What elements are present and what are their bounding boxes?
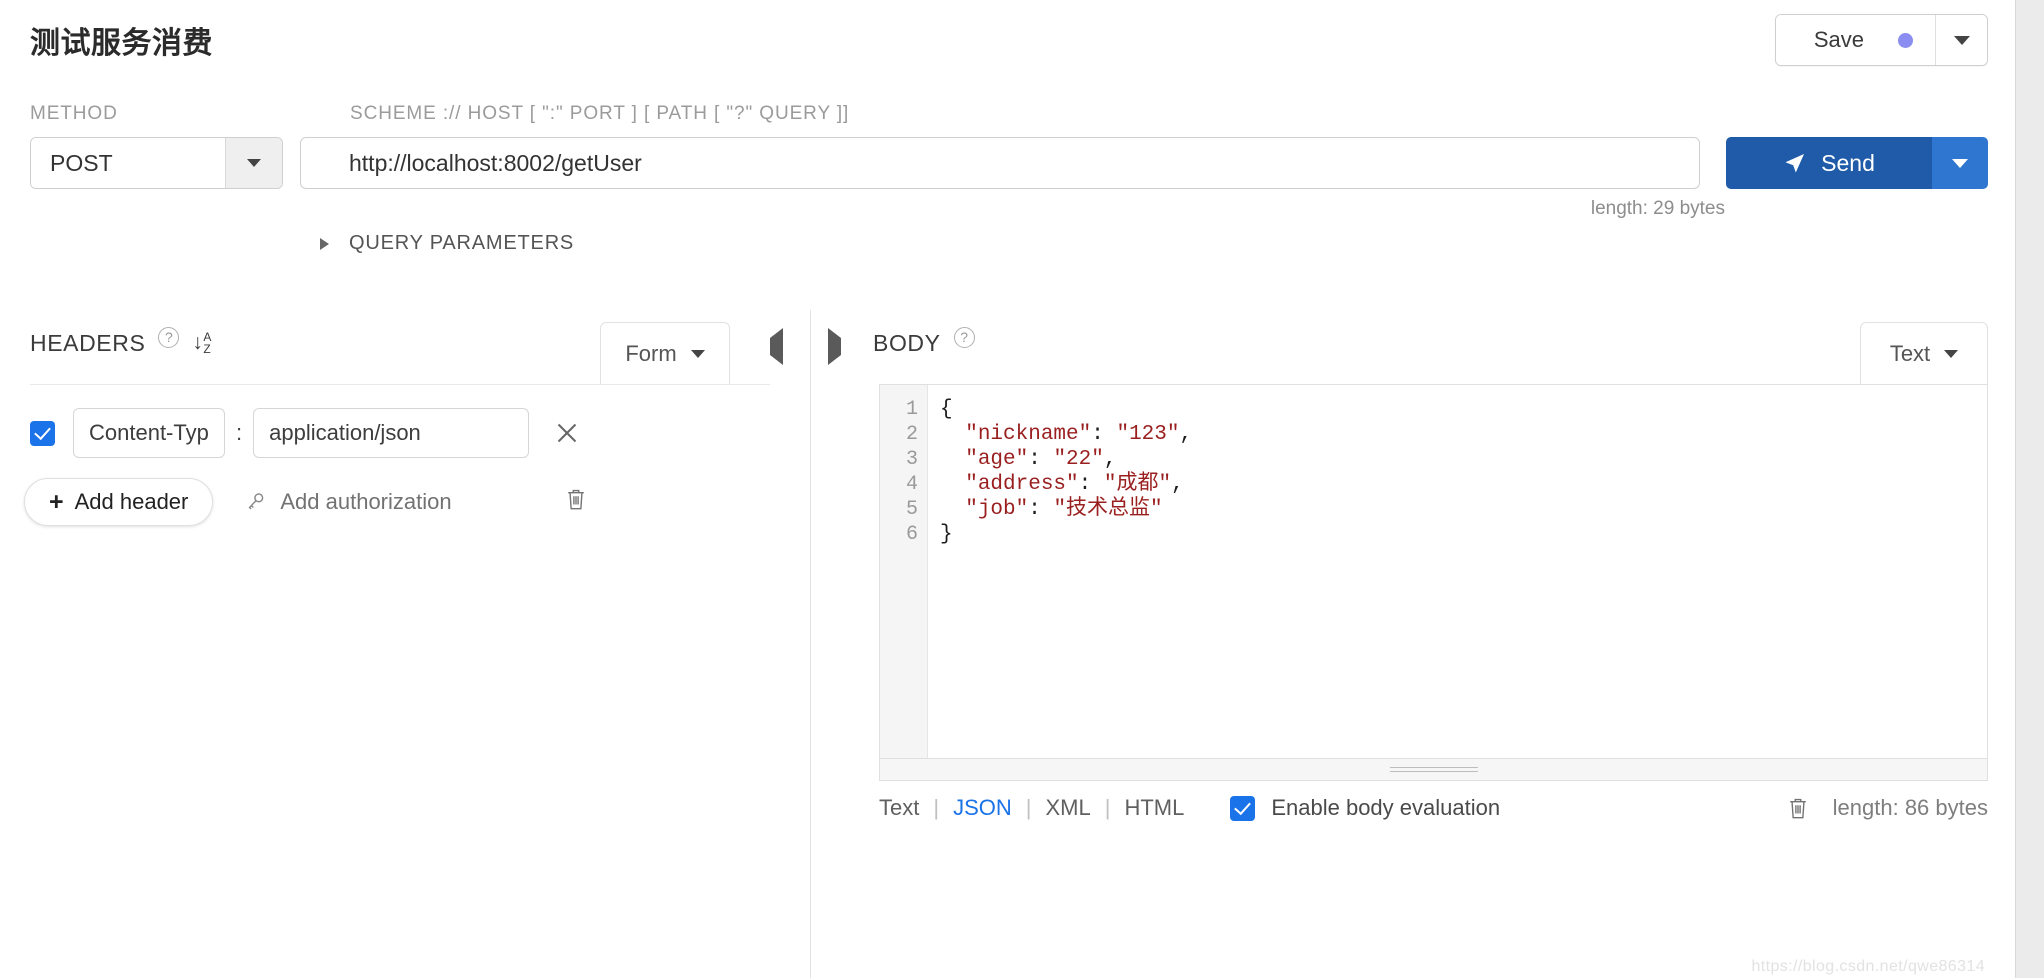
method-select[interactable]: POST xyxy=(30,137,283,189)
chevron-down-icon xyxy=(1944,349,1959,358)
question-circle-icon[interactable]: ? xyxy=(158,327,180,348)
header-enabled-checkbox[interactable] xyxy=(30,420,55,446)
save-button-group: Save xyxy=(1774,14,1988,66)
url-format-label: SCHEME :// HOST [ ":" PORT ] [ PATH [ "?… xyxy=(350,103,850,124)
plus-icon: + xyxy=(49,487,64,516)
body-footer: Text | JSON | XML | HTML Enable body eva… xyxy=(879,788,1988,828)
headers-view-mode-label: Form xyxy=(625,340,677,366)
code-line: } xyxy=(940,523,953,546)
send-dropdown-button[interactable] xyxy=(1932,137,1988,189)
format-option-json[interactable]: JSON xyxy=(953,795,1012,821)
url-input[interactable]: http://localhost:8002/getUser xyxy=(300,137,1700,189)
format-option-xml[interactable]: XML xyxy=(1045,795,1090,821)
triangle-left-icon xyxy=(770,328,783,365)
line-number: 5 xyxy=(905,498,918,521)
trash-icon xyxy=(565,487,587,512)
save-button-label: Save xyxy=(1813,27,1864,52)
sort-az-letters: A Z xyxy=(203,331,211,355)
headers-divider xyxy=(30,384,770,385)
close-icon[interactable] xyxy=(553,419,581,447)
body-view-mode-select[interactable]: Text xyxy=(1860,322,1988,384)
body-title-row: BODY ? xyxy=(873,327,975,357)
request-builder-app: 测试服务消费 Save METHOD SCHEME :// HOST [ ":"… xyxy=(0,0,2016,978)
save-button[interactable]: Save xyxy=(1775,15,1935,65)
title-row: 测试服务消费 Save xyxy=(0,0,2015,78)
format-option-html[interactable]: HTML xyxy=(1124,795,1184,821)
add-header-label: Add header xyxy=(74,489,189,514)
method-label: METHOD xyxy=(30,103,118,124)
header-separator: : xyxy=(236,420,243,445)
body-panel: BODY ? Text 123456 { "nickname": "123", … xyxy=(811,310,2015,978)
format-separator: | xyxy=(1104,795,1111,820)
body-length-label: length: 86 bytes xyxy=(1832,795,1988,820)
headers-view-mode-select[interactable]: Form xyxy=(600,322,730,384)
sort-arrow-glyph: ↓ xyxy=(192,330,203,354)
header-row: Content-Typ : application/json xyxy=(30,408,581,458)
code-line: { xyxy=(940,398,953,421)
chevron-down-icon xyxy=(1953,35,1970,45)
line-number: 1 xyxy=(905,398,918,421)
editor-code[interactable]: { "nickname": "123", "age": "22", "addre… xyxy=(928,385,1987,758)
paper-plane-icon xyxy=(1783,151,1807,175)
headers-title: HEADERS xyxy=(30,330,146,356)
code-line: "nickname": "123", xyxy=(965,423,1193,446)
send-button-label: Send xyxy=(1821,149,1875,176)
save-status-dot xyxy=(1898,32,1913,48)
question-circle-icon[interactable]: ? xyxy=(953,327,975,348)
enable-body-evaluation-label: Enable body evaluation xyxy=(1271,795,1501,820)
query-parameters-label: QUERY PARAMETERS xyxy=(349,232,575,254)
headers-actions-row: + Add header Add authorization xyxy=(24,478,587,526)
method-value: POST xyxy=(31,138,225,188)
body-editor[interactable]: 123456 { "nickname": "123", "age": "22",… xyxy=(879,384,1988,759)
add-header-button[interactable]: + Add header xyxy=(24,478,214,526)
url-length-label: length: 29 bytes xyxy=(1590,198,1725,219)
save-dropdown-button[interactable] xyxy=(1935,15,1987,65)
query-parameters-toggle[interactable]: QUERY PARAMETERS xyxy=(320,232,574,255)
triangle-right-icon xyxy=(320,237,329,250)
field-labels-row: METHOD SCHEME :// HOST [ ":" PORT ] [ PA… xyxy=(0,103,2015,127)
line-number: 3 xyxy=(905,448,918,471)
add-authorization-button[interactable]: Add authorization xyxy=(245,489,452,515)
format-separator: | xyxy=(1025,795,1032,820)
method-dropdown-button[interactable] xyxy=(225,138,282,188)
header-key-input[interactable]: Content-Typ xyxy=(73,408,225,458)
line-number: 2 xyxy=(905,423,918,446)
delete-headers-button[interactable] xyxy=(565,487,587,517)
chevron-down-icon xyxy=(1952,158,1968,168)
line-number: 4 xyxy=(905,473,918,496)
add-authorization-label: Add authorization xyxy=(280,489,452,514)
body-footer-right: length: 86 bytes xyxy=(1787,795,1988,821)
resize-grip-icon xyxy=(1389,764,1478,775)
body-view-mode-label: Text xyxy=(1889,340,1931,366)
collapse-headers-button[interactable] xyxy=(770,328,783,365)
watermark: https://blog.csdn.net/qwe86314 xyxy=(1751,958,1985,975)
headers-title-row: HEADERS ? ↓ A Z xyxy=(30,327,216,357)
chevron-down-icon xyxy=(247,159,261,167)
key-icon xyxy=(245,490,267,514)
enable-body-evaluation-checkbox[interactable] xyxy=(1230,795,1256,821)
body-title: BODY xyxy=(873,330,941,356)
sort-letter-a: A xyxy=(203,329,212,344)
send-button-group: Send xyxy=(1726,137,1988,189)
format-separator: | xyxy=(933,795,940,820)
format-option-text[interactable]: Text xyxy=(879,795,919,821)
header-value-input[interactable]: application/json xyxy=(253,408,530,458)
code-line: "age": "22", xyxy=(965,448,1117,471)
chevron-down-icon xyxy=(690,349,705,358)
page-title: 测试服务消费 xyxy=(30,27,213,60)
code-line: "address": "成都", xyxy=(965,473,1184,496)
trash-icon[interactable] xyxy=(1787,796,1809,821)
editor-resize-handle[interactable] xyxy=(879,759,1988,781)
code-line: "job": "技术总监" xyxy=(965,498,1163,521)
send-button[interactable]: Send xyxy=(1726,137,1932,189)
panels-container: HEADERS ? ↓ A Z Form Content-Typ : appli… xyxy=(0,310,2015,978)
editor-line-numbers: 123456 xyxy=(880,385,928,758)
sort-az-icon[interactable]: ↓ A Z xyxy=(192,331,216,357)
line-number: 6 xyxy=(905,523,918,546)
sort-letter-z: Z xyxy=(203,341,211,356)
